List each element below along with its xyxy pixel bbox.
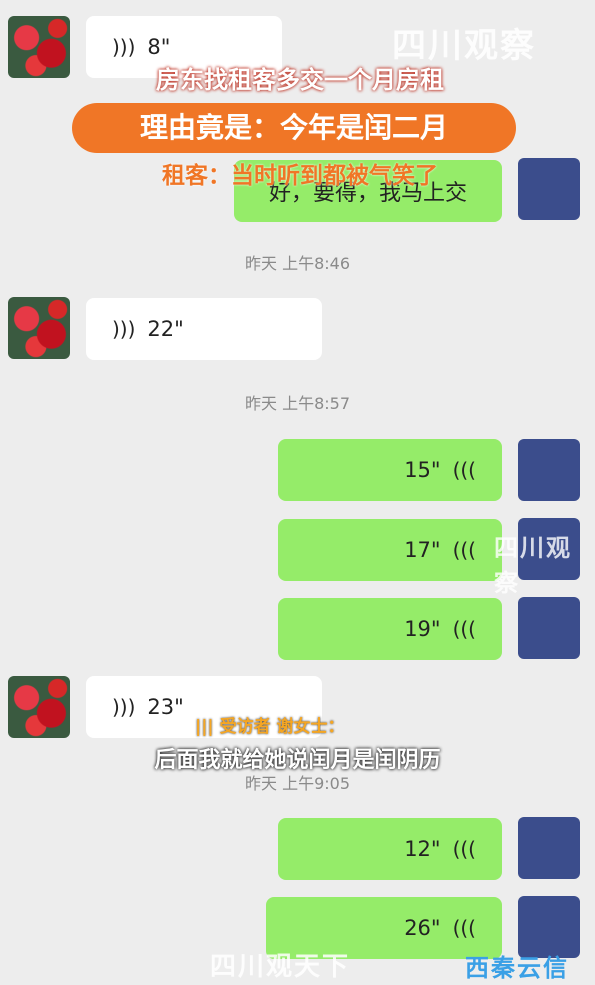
voice-message-bubble[interactable]: ))) 22" (86, 298, 322, 360)
interviewee-label: ||| 受访者 谢女士： (195, 712, 345, 737)
voice-wave-icon: ))) (112, 317, 136, 341)
voice-wave-icon: ((( (452, 617, 476, 641)
watermark-top: 四川观察 (392, 26, 536, 66)
voice-wave-icon: ))) (112, 695, 136, 719)
voice-wave-icon: ((( (452, 458, 476, 482)
interview-subtitle: 后面我就给她说闰月是闰阴历 (154, 748, 441, 773)
voice-duration: 17" (404, 538, 441, 562)
timestamp: 昨天 上午8:57 (244, 394, 351, 413)
voice-duration: 22" (147, 317, 184, 341)
caption-tenant-quote: 租客：当时听到都被气笑了 (162, 163, 438, 189)
my-avatar[interactable] (518, 597, 580, 659)
voice-message-bubble[interactable]: 19" ((( (278, 598, 502, 660)
contact-avatar[interactable] (8, 676, 70, 738)
voice-duration: 23" (147, 695, 184, 719)
my-avatar[interactable] (518, 439, 580, 501)
contact-avatar[interactable] (8, 297, 70, 359)
voice-duration: 26" (404, 916, 441, 940)
caption-highlight: 理由竟是：今年是闰二月 (72, 103, 516, 153)
watermark-middle: 四川观察 (494, 534, 572, 597)
voice-wave-icon: ((( (452, 837, 476, 861)
voice-message-bubble[interactable]: 17" ((( (278, 519, 502, 581)
voice-duration: 12" (404, 837, 441, 861)
voice-wave-icon: ))) (112, 35, 136, 59)
watermark-bottom-right: 西秦云信 (465, 954, 569, 982)
voice-wave-icon: ((( (452, 538, 476, 562)
watermark-bottom-left: 四川观天下 (210, 952, 351, 982)
voice-message-bubble[interactable]: 15" ((( (278, 439, 502, 501)
voice-wave-icon: ((( (452, 916, 476, 940)
audio-bars-icon: ||| (195, 717, 214, 737)
voice-message-bubble[interactable]: 12" ((( (278, 818, 502, 880)
my-avatar[interactable] (518, 817, 580, 879)
voice-duration: 19" (404, 617, 441, 641)
contact-avatar[interactable] (8, 16, 70, 78)
voice-duration: 15" (404, 458, 441, 482)
interviewee-name: 受访者 谢女士： (219, 717, 345, 737)
voice-duration: 8" (147, 35, 171, 59)
timestamp: 昨天 上午8:46 (244, 254, 351, 273)
my-avatar[interactable] (518, 158, 580, 220)
